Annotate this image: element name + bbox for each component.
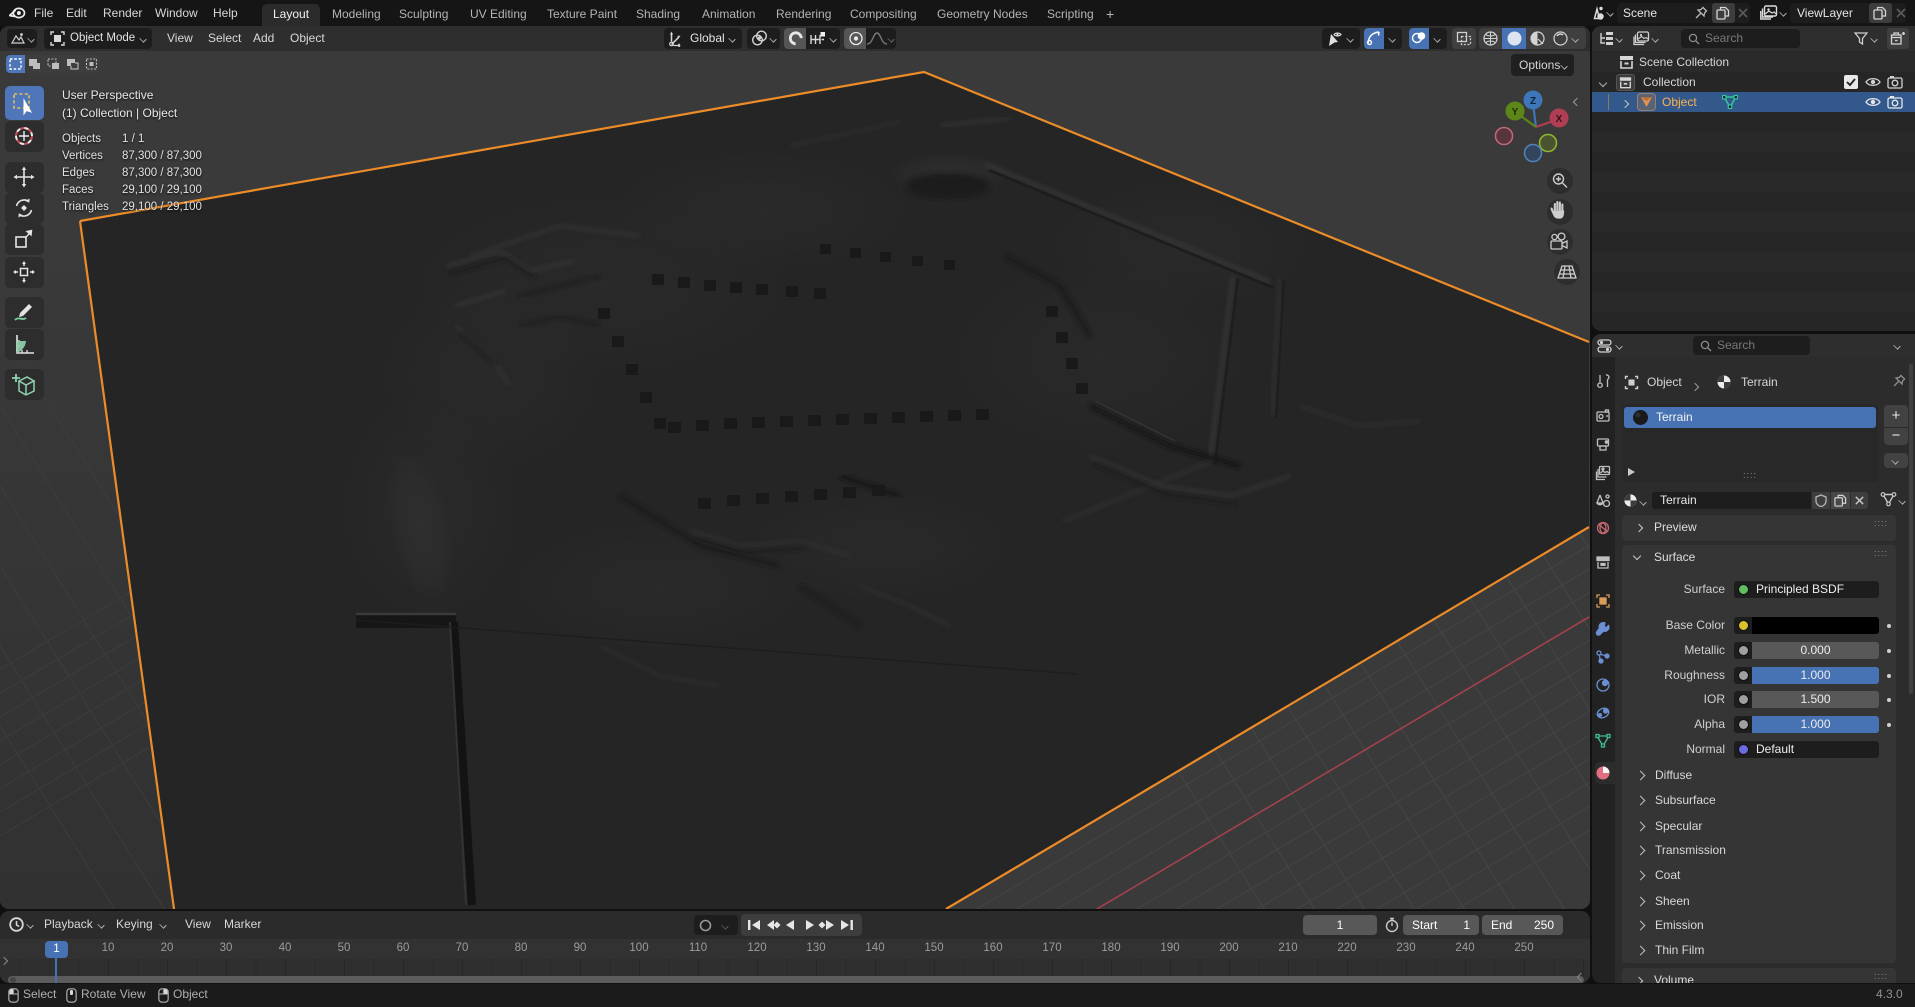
svg-text:Y: Y	[1512, 107, 1519, 118]
svg-text:X: X	[1556, 114, 1563, 125]
svg-text:Z: Z	[1530, 96, 1536, 107]
